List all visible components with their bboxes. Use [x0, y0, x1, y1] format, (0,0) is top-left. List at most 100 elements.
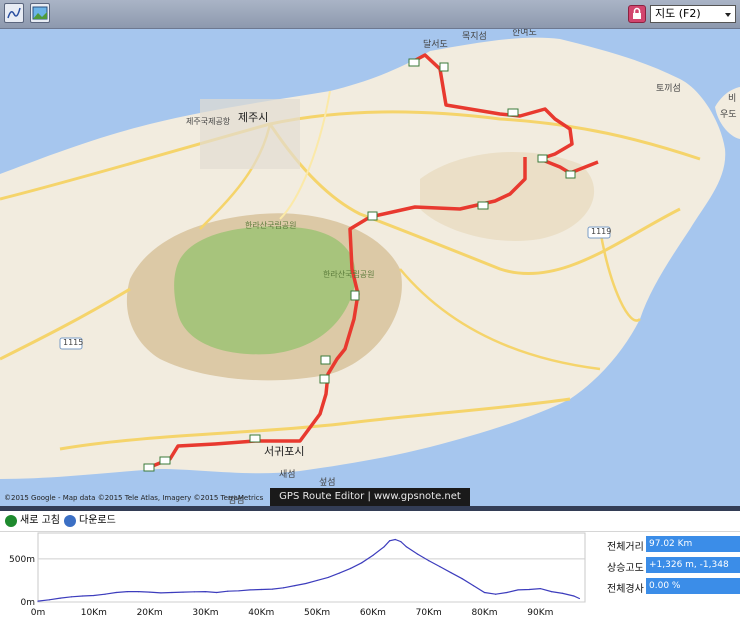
elevation-point: [126, 591, 128, 593]
map-label-tokkiseom: 토끼섬: [656, 84, 681, 94]
map-credits: ©2015 Google - Map data ©2015 Tele Atlas…: [4, 494, 264, 502]
elevation-point: [506, 591, 508, 594]
elevation-point: [204, 591, 207, 593]
elevation-point: [439, 566, 441, 568]
elevation-point: [528, 588, 530, 591]
map-canvas: [0, 37, 740, 479]
distance-value: 97.02 Km: [646, 536, 740, 552]
ascent-label: 상승고도: [607, 563, 644, 574]
elevation-point: [573, 595, 575, 597]
elevation-point: [316, 579, 318, 582]
elevation-point: [550, 591, 553, 593]
slope-value: 0.00 %: [646, 578, 740, 594]
map-label-seogwipo: 서귀포시: [264, 445, 305, 458]
x-tick-label: 10Km: [81, 608, 107, 618]
chevron-down-icon: [725, 13, 731, 17]
x-tick-label: 30Km: [192, 608, 218, 618]
elevation-point: [405, 546, 407, 548]
x-tick-label: 60Km: [360, 608, 386, 618]
y-tick-label: 500m: [9, 555, 35, 565]
elevation-point: [483, 591, 486, 594]
route-chart-icon[interactable]: [4, 3, 24, 23]
panel-toolbar: 새로 고침 다운로드: [0, 511, 740, 532]
x-tick-label: 40Km: [248, 608, 274, 618]
elevation-point: [282, 587, 285, 589]
map-label-dalseodo: 달서도: [423, 40, 448, 50]
map-label-hanyeodo: 한여도: [512, 29, 537, 38]
elevation-point: [428, 560, 430, 562]
elevation-point: [249, 589, 251, 591]
elevation-point: [517, 589, 519, 591]
map-label-airport: 제주국제공항: [186, 117, 231, 126]
elevation-point: [193, 591, 195, 593]
elevation-point: [137, 591, 140, 593]
elevation-point: [372, 554, 374, 557]
elevation-point: [578, 597, 581, 600]
elevation-point: [349, 567, 352, 569]
elevation-point: [149, 591, 151, 593]
elevation-point: [216, 591, 218, 594]
elevation-point: [338, 572, 341, 574]
y-tick-label: 0m: [21, 598, 36, 608]
elevation-point: [450, 572, 452, 574]
map-label-road-1119: 1119: [591, 227, 612, 236]
x-tick-label: 70Km: [416, 608, 442, 618]
elevation-point: [305, 582, 307, 585]
map-label-road-1115: 1115: [63, 338, 84, 347]
map-view[interactable]: 달서도 목지섬 한여도 토끼섬 우도 비 제주국제공항 제주시 한라산국립공원 …: [0, 29, 740, 506]
x-tick-label: 20Km: [137, 608, 163, 618]
elevation-point: [37, 600, 39, 602]
map-type-value: 지도 (F2): [655, 7, 701, 20]
elevation-point: [171, 591, 173, 594]
elevation-point: [271, 588, 274, 590]
elevation-point: [495, 593, 497, 595]
brand-banner[interactable]: GPS Route Editor | www.gpsnote.net: [270, 488, 470, 506]
elevation-point: [115, 591, 117, 594]
lock-icon[interactable]: [628, 5, 646, 23]
download-icon: [64, 515, 76, 527]
elevation-point: [160, 592, 162, 594]
refresh-icon: [5, 515, 17, 527]
elevation-point: [416, 553, 419, 555]
elevation-point: [260, 588, 262, 591]
map-label-saeseom: 새섬: [279, 470, 296, 480]
elevation-point: [361, 562, 363, 564]
elevation-point: [238, 590, 240, 592]
image-icon[interactable]: [30, 3, 50, 23]
elevation-chart[interactable]: 0m 500m 0m 10Km 20Km 30Km 40Km 50Km 60Km 70Km 80Km…: [0, 531, 600, 634]
elevation-point: [400, 541, 402, 543]
map-label-munseom: 섶섬: [319, 478, 336, 488]
elevation-point: [59, 597, 61, 599]
elevation-point: [383, 546, 385, 548]
map-label-mokjiseom: 목지섬: [462, 32, 487, 42]
elevation-point: [389, 540, 391, 542]
elevation-point: [82, 595, 84, 597]
x-tick-label: 80Km: [471, 608, 497, 618]
elevation-point: [93, 594, 95, 597]
slope-label: 전체경사: [607, 584, 644, 595]
download-button[interactable]: 다운로드: [64, 514, 116, 528]
download-label: 다운로드: [79, 515, 116, 526]
top-toolbar: 지도 (F2): [0, 0, 740, 29]
elevation-point: [104, 593, 106, 595]
map-label-jejusi: 제주시: [238, 111, 269, 124]
elevation-point: [461, 578, 463, 580]
map-label-bi: 비: [728, 94, 737, 104]
elevation-point: [394, 538, 396, 541]
ascent-value: +1,326 m, -1,348 m: [646, 557, 740, 586]
distance-label: 전체거리: [607, 542, 644, 553]
x-tick-label: 0m: [31, 608, 46, 618]
elevation-point: [227, 590, 229, 592]
elevation-point: [327, 576, 329, 579]
elevation-point: [48, 599, 50, 601]
x-tick-label: 50Km: [304, 608, 330, 618]
map-type-select[interactable]: 지도 (F2): [650, 5, 736, 23]
elevation-point: [182, 591, 184, 593]
elevation-point: [70, 596, 73, 598]
map-label-park-2: 한라산국립공원: [323, 270, 375, 279]
refresh-button[interactable]: 새로 고침: [5, 514, 60, 528]
elevation-point: [472, 585, 474, 587]
map-label-udo: 우도: [720, 110, 737, 120]
elevation-panel: 새로 고침 다운로드 0m 500m 0m 10Km 20Km 30Km 40Km 50Km 6…: [0, 511, 740, 634]
x-tick-label: 90Km: [527, 608, 553, 618]
